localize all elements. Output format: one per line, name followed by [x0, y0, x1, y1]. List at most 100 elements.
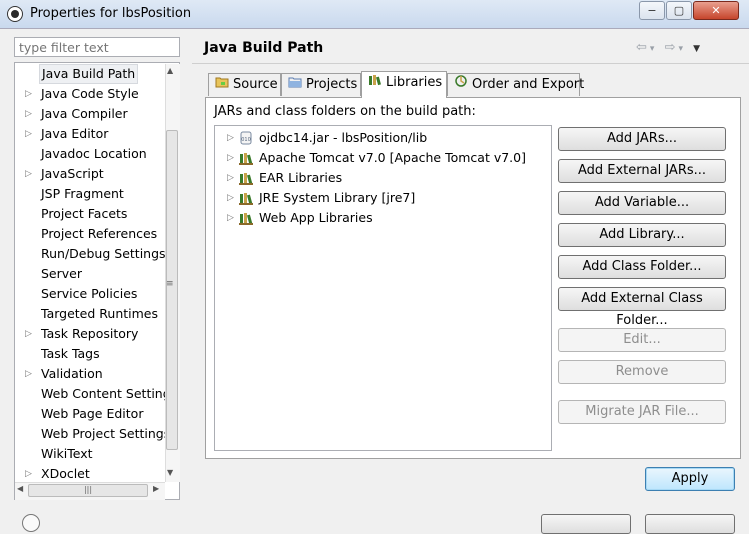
sidebar-item[interactable]: Run/Debug Settings: [15, 244, 166, 264]
sidebar-item[interactable]: Service Policies: [15, 284, 165, 304]
scroll-left-icon[interactable]: ◀: [17, 484, 23, 493]
sidebar-item-label: Service Policies: [41, 286, 138, 301]
expand-arrow-icon[interactable]: ▷: [25, 324, 32, 344]
sidebar-item[interactable]: Server: [15, 264, 165, 284]
remove-button[interactable]: Remove: [558, 360, 726, 384]
scroll-grip-icon: ≡: [166, 279, 174, 289]
expand-arrow-icon[interactable]: ▷: [25, 464, 32, 484]
tree-hscroll-thumb[interactable]: |||: [28, 484, 148, 497]
sidebar-item-label: JSP Fragment: [41, 186, 124, 201]
eclipse-icon: [7, 6, 23, 22]
library-entry-label: Apache Tomcat v7.0 [Apache Tomcat v7.0]: [259, 150, 526, 165]
sidebar-item[interactable]: ▷ Task Repository: [15, 324, 165, 344]
preferences-tree: Java Build Path ▷ Java Code Style ▷ Java Com…: [14, 62, 180, 500]
sidebar-item[interactable]: JSP Fragment: [15, 184, 165, 204]
expand-arrow-icon[interactable]: ▷: [227, 148, 234, 168]
scroll-down-icon[interactable]: ▼: [167, 468, 173, 477]
migrate-jar-button[interactable]: Migrate JAR File...: [558, 400, 726, 424]
sidebar-item[interactable]: Javadoc Location: [15, 144, 165, 164]
expand-arrow-icon[interactable]: ▷: [25, 364, 32, 384]
window-title: Properties for lbsPosition: [30, 6, 192, 21]
tab-projects[interactable]: Projects: [281, 73, 361, 96]
edit-button[interactable]: Edit...: [558, 328, 726, 352]
forward-arrow-icon[interactable]: ⇨: [665, 40, 679, 55]
library-icon: [239, 191, 253, 205]
sidebar-item[interactable]: Web Content Settings: [15, 384, 177, 404]
sidebar-item-label: JavaScript: [41, 166, 104, 181]
expand-arrow-icon[interactable]: ▷: [227, 168, 234, 188]
sidebar-item[interactable]: ▷ Validation: [15, 364, 165, 384]
sidebar-item[interactable]: ▷ JavaScript: [15, 164, 165, 184]
forward-menu-icon[interactable]: ▾: [678, 44, 686, 54]
tab-source[interactable]: Source: [208, 73, 281, 96]
sidebar-item[interactable]: Java Build Path: [15, 64, 165, 84]
scroll-up-icon[interactable]: ▲: [167, 66, 173, 75]
sidebar-item[interactable]: ▷ XDoclet: [15, 464, 165, 484]
close-button[interactable]: ✕: [693, 1, 739, 20]
expand-arrow-icon[interactable]: ▷: [25, 104, 32, 124]
library-entry[interactable]: ▷ JRE System Library [jre7]: [215, 188, 545, 208]
back-arrow-icon[interactable]: ⇦: [636, 40, 650, 55]
expand-arrow-icon[interactable]: ▷: [227, 128, 234, 148]
tab-order-export[interactable]: Order and Export: [447, 73, 584, 96]
projects-icon: [288, 74, 302, 96]
expand-arrow-icon[interactable]: ▷: [227, 208, 234, 228]
tree-scroll-thumb[interactable]: [166, 130, 178, 450]
sidebar-item[interactable]: ▷ Java Editor: [15, 124, 165, 144]
sidebar-item-label: Task Repository: [41, 326, 139, 341]
expand-arrow-icon[interactable]: ▷: [25, 84, 32, 104]
sidebar-item[interactable]: ▷ Java Code Style: [15, 84, 165, 104]
cancel-button[interactable]: [645, 514, 735, 534]
library-entry-label: JRE System Library [jre7]: [259, 190, 416, 205]
sidebar-item-label: Java Build Path: [39, 64, 139, 84]
maximize-button[interactable]: ▢: [666, 1, 692, 20]
svg-text:010: 010: [241, 137, 251, 143]
sidebar-item-label: Web Content Settings: [41, 386, 178, 401]
library-entry-label: ojdbc14.jar - lbsPosition/lib: [259, 130, 428, 145]
add-class-folder-button[interactable]: Add Class Folder...: [558, 255, 726, 279]
sidebar-item-label: Targeted Runtimes: [41, 306, 158, 321]
add-jars-button[interactable]: Add JARs...: [558, 127, 726, 151]
library-entry[interactable]: ▷ Apache Tomcat v7.0 [Apache Tomcat v7.0]: [215, 148, 545, 168]
sidebar-item[interactable]: Web Project Settings: [15, 424, 170, 444]
library-entry[interactable]: ▷ EAR Libraries: [215, 168, 545, 188]
library-icon: [239, 211, 253, 225]
sidebar-item[interactable]: Targeted Runtimes: [15, 304, 165, 324]
library-entry[interactable]: ▷ 010 ojdbc14.jar - lbsPosition/lib: [215, 128, 545, 148]
library-entry-label: Web App Libraries: [259, 210, 373, 225]
sidebar-item[interactable]: WikiText: [15, 444, 165, 464]
sidebar-item-label: Javadoc Location: [41, 146, 147, 161]
add-external-jars-button[interactable]: Add External JARs...: [558, 159, 726, 183]
apply-button[interactable]: Apply: [645, 467, 735, 491]
help-icon[interactable]: [22, 514, 40, 532]
scroll-right-icon[interactable]: ▶: [153, 484, 159, 493]
tab-libraries[interactable]: Libraries: [361, 71, 447, 98]
sidebar-item[interactable]: Project References: [15, 224, 165, 244]
add-external-class-folder-button[interactable]: Add External Class Folder...: [558, 287, 726, 328]
sidebar-item[interactable]: Web Page Editor: [15, 404, 165, 424]
sidebar-item[interactable]: Task Tags: [15, 344, 165, 364]
expand-arrow-icon[interactable]: ▷: [25, 124, 32, 144]
library-entry-label: EAR Libraries: [259, 170, 343, 185]
sidebar-item-label: WikiText: [41, 446, 93, 461]
header-separator: [192, 63, 749, 64]
sidebar-item-label: XDoclet: [41, 466, 90, 481]
page-title: Java Build Path: [204, 40, 324, 56]
libraries-tree: ▷ 010 ojdbc14.jar - lbsPosition/lib ▷ Apache…: [214, 125, 552, 451]
sidebar-item-label: Validation: [41, 366, 103, 381]
add-variable-button[interactable]: Add Variable...: [558, 191, 726, 215]
sidebar-item-label: Project Facets: [41, 206, 128, 221]
expand-arrow-icon[interactable]: ▷: [25, 164, 32, 184]
sidebar-item[interactable]: Project Facets: [15, 204, 165, 224]
add-library-button[interactable]: Add Library...: [558, 223, 726, 247]
minimize-button[interactable]: −: [639, 1, 665, 20]
filter-input[interactable]: [14, 37, 180, 57]
sidebar-item[interactable]: ▷ Java Compiler: [15, 104, 165, 124]
library-entry[interactable]: ▷ Web App Libraries: [215, 208, 545, 228]
expand-arrow-icon[interactable]: ▷: [227, 188, 234, 208]
back-menu-icon[interactable]: ▾: [650, 44, 658, 54]
sidebar-item-label: Web Page Editor: [41, 406, 144, 421]
ok-button[interactable]: [541, 514, 631, 534]
sidebar-item-label: Java Editor: [41, 126, 109, 141]
view-menu-icon[interactable]: ▼: [693, 44, 703, 54]
